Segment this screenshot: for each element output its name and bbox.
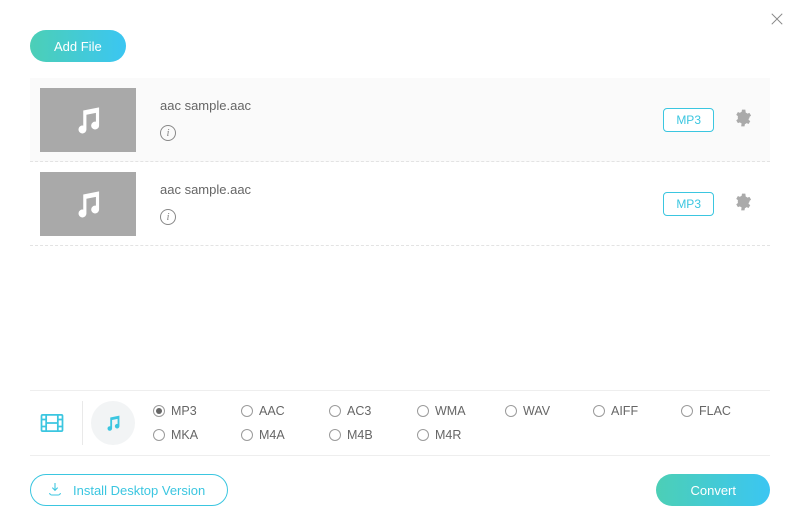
install-desktop-button[interactable]: Install Desktop Version [30, 474, 228, 506]
format-option-wav[interactable]: WAV [505, 404, 593, 418]
audio-thumbnail-icon [40, 172, 136, 236]
format-option-aiff[interactable]: AIFF [593, 404, 681, 418]
format-label: WMA [435, 404, 466, 418]
audio-thumbnail-icon [40, 88, 136, 152]
file-name: aac sample.aac [160, 182, 663, 197]
add-file-label: Add File [54, 39, 102, 54]
radio-icon [329, 405, 341, 417]
file-row[interactable]: aac sample.aac i MP3 [30, 162, 770, 246]
format-option-m4r[interactable]: M4R [417, 428, 505, 442]
info-icon[interactable]: i [160, 209, 176, 225]
radio-icon [241, 405, 253, 417]
format-option-ac3[interactable]: AC3 [329, 404, 417, 418]
radio-icon [417, 405, 429, 417]
close-button[interactable] [768, 10, 786, 31]
gear-icon[interactable] [732, 192, 752, 215]
file-row[interactable]: aac sample.aac i MP3 [30, 78, 770, 162]
output-format-badge[interactable]: MP3 [663, 192, 714, 216]
radio-icon [681, 405, 693, 417]
radio-icon [153, 429, 165, 441]
format-label: FLAC [699, 404, 731, 418]
install-desktop-label: Install Desktop Version [73, 483, 205, 498]
radio-icon [241, 429, 253, 441]
format-label: AC3 [347, 404, 371, 418]
category-separator [82, 401, 83, 445]
radio-icon [593, 405, 605, 417]
format-options: MP3 AAC AC3 WMA WAV AIFF FLAC MKA M4A M4B M4R [153, 404, 769, 442]
format-label: M4A [259, 428, 285, 442]
format-label: MP3 [171, 404, 197, 418]
format-label: AIFF [611, 404, 638, 418]
format-label: AAC [259, 404, 285, 418]
video-category-icon[interactable] [30, 409, 74, 437]
convert-label: Convert [690, 483, 736, 498]
radio-icon [505, 405, 517, 417]
file-list: aac sample.aac i MP3 aac sample.aac i MP… [30, 78, 770, 246]
format-label: M4B [347, 428, 373, 442]
output-format-badge[interactable]: MP3 [663, 108, 714, 132]
format-bar: MP3 AAC AC3 WMA WAV AIFF FLAC MKA M4A M4B M4R [30, 390, 770, 456]
radio-icon [417, 429, 429, 441]
format-label: MKA [171, 428, 198, 442]
audio-category-icon[interactable] [91, 401, 135, 445]
format-option-mka[interactable]: MKA [153, 428, 241, 442]
format-option-flac[interactable]: FLAC [681, 404, 769, 418]
format-option-mp3[interactable]: MP3 [153, 404, 241, 418]
format-option-m4b[interactable]: M4B [329, 428, 417, 442]
format-option-wma[interactable]: WMA [417, 404, 505, 418]
add-file-button[interactable]: Add File [30, 30, 126, 62]
download-icon [47, 481, 63, 500]
format-label: WAV [523, 404, 550, 418]
format-option-m4a[interactable]: M4A [241, 428, 329, 442]
format-label: M4R [435, 428, 461, 442]
radio-icon [153, 405, 165, 417]
info-icon[interactable]: i [160, 125, 176, 141]
radio-icon [329, 429, 341, 441]
format-option-aac[interactable]: AAC [241, 404, 329, 418]
convert-button[interactable]: Convert [656, 474, 770, 506]
gear-icon[interactable] [732, 108, 752, 131]
file-name: aac sample.aac [160, 98, 663, 113]
